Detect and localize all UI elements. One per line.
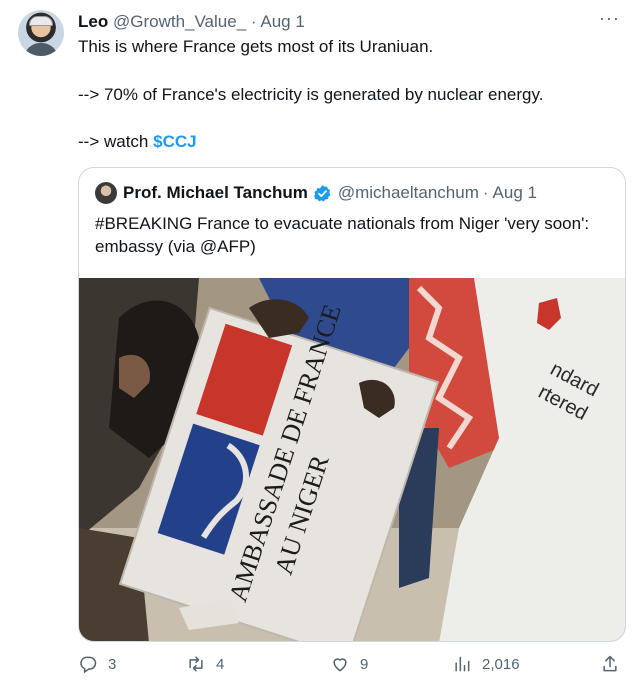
quoted-author-name: Prof. Michael Tanchum [123,183,308,202]
tweet-date[interactable]: Aug 1 [260,12,304,31]
views-button[interactable]: 2,016 [452,654,520,674]
reply-count: 3 [108,655,117,673]
reply-icon [80,656,97,674]
avatar-shirt [24,43,58,56]
like-count: 9 [360,655,369,673]
author-name[interactable]: Leo [78,12,108,31]
share-icon [603,655,617,672]
retweet-count: 4 [216,655,225,673]
quoted-photo[interactable]: AMBASSADE DE FRANCE AU NIGER ndard rtere… [79,278,625,641]
author-handle[interactable]: @Growth_Value_ [113,12,246,31]
heart-icon [333,658,347,672]
quoted-date: Aug 1 [492,183,537,202]
quoted-header: Prof. Michael Tanchum @michaeltanchum · … [95,182,537,204]
tweet-text-line-2: --> 70% of France's electricity is gener… [78,85,544,104]
more-options-icon[interactable]: ··· [599,8,620,29]
retweet-button[interactable]: 4 [186,654,224,674]
quoted-separator: · [482,183,489,202]
retweet-icon [189,656,203,672]
header-separator: · [250,12,257,31]
tweet-text-line-3: --> watch $CCJ [78,131,197,153]
author-avatar[interactable] [18,10,64,56]
tweet-header: Leo @Growth_Value_ · Aug 1 [78,12,305,32]
photo-scene: AMBASSADE DE FRANCE AU NIGER ndard rtere… [79,278,625,641]
tweet-text-line-1: This is where France gets most of its Ur… [78,37,434,56]
tweet-actions: 3 4 9 2,016 [78,654,626,678]
watch-text: --> watch [78,132,154,151]
verified-badge-icon [313,184,331,201]
cashtag-link[interactable]: $CCJ [153,132,196,151]
share-button[interactable] [600,654,630,674]
quoted-text: #BREAKING France to evacuate nationals f… [95,214,590,256]
reply-button[interactable]: 3 [78,654,116,674]
views-chart-icon [455,656,470,672]
avatar-cap [29,16,53,26]
quoted-author-handle: @michaeltanchum [337,183,479,202]
like-button[interactable]: 9 [330,654,368,674]
quoted-avatar [95,182,117,204]
view-count: 2,016 [482,655,520,673]
quoted-tweet[interactable]: Prof. Michael Tanchum @michaeltanchum · … [78,167,626,642]
